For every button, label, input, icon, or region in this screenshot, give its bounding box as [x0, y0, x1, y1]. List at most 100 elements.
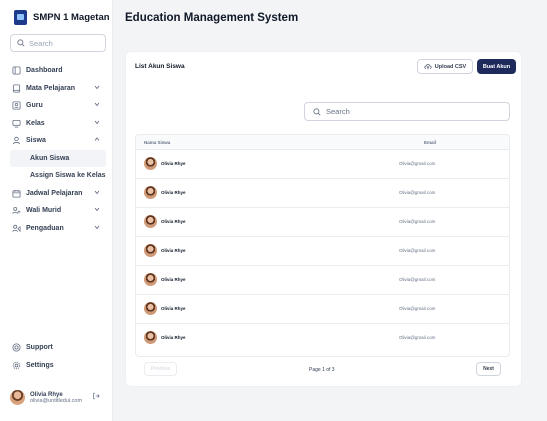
user-icon	[12, 137, 21, 145]
avatar	[10, 390, 25, 405]
chevron-down-icon	[94, 190, 100, 194]
search-icon	[17, 39, 25, 47]
sidebar-item-guru[interactable]: Guru	[10, 97, 106, 115]
table-row[interactable]: Olivia Rhye Olivia@gmail.com	[136, 295, 509, 324]
page-indicator: Page 1 of 3	[309, 367, 335, 373]
table-row[interactable]: Olivia Rhye Olivia@gmail.com	[136, 266, 509, 295]
brand-name: SMPN 1 Magetan	[33, 12, 110, 23]
student-name: Olivia Rhye	[161, 277, 186, 282]
sidebar-item-label: Guru	[26, 102, 43, 110]
sidebar-item-settings[interactable]: Settings	[10, 357, 106, 375]
upload-csv-label: Upload CSV	[434, 63, 467, 70]
sidebar-item-support[interactable]: Support	[10, 339, 106, 357]
student-search-input[interactable]: Search	[304, 102, 510, 121]
chevron-down-icon	[94, 120, 100, 124]
student-name: Olivia Rhye	[161, 306, 186, 311]
user-profile[interactable]: Olivia Rhye olivia@untitledui.com	[10, 390, 106, 405]
student-cell: Olivia Rhye	[144, 186, 186, 199]
student-name: Olivia Rhye	[161, 219, 186, 224]
column-header-email[interactable]: Email	[424, 140, 436, 145]
sidebar-item-label: Mata Pelajaran	[26, 84, 76, 92]
school-logo-icon	[14, 10, 27, 25]
sidebar-search-placeholder: Search	[29, 38, 53, 48]
upload-csv-button[interactable]: Upload CSV	[417, 59, 473, 74]
student-cell: Olivia Rhye	[144, 244, 186, 257]
table-row[interactable]: Olivia Rhye Olivia@gmail.com	[136, 208, 509, 237]
calendar-icon	[12, 189, 21, 198]
sidebar-item-siswa[interactable]: Siswa	[10, 132, 106, 150]
sidebar-item-label: Wali Murid	[26, 207, 62, 215]
sidebar-item-label: Siswa	[26, 137, 46, 145]
student-email: Olivia@gmail.com	[399, 219, 436, 224]
users-icon	[12, 207, 21, 215]
sidebar-item-label: Settings	[26, 361, 54, 369]
student-cell: Olivia Rhye	[144, 331, 186, 344]
avatar	[144, 331, 157, 344]
sidebar-nav: Dashboard Mata Pelajaran Guru Kelas Sisw…	[10, 62, 106, 237]
student-name: Olivia Rhye	[161, 190, 186, 195]
avatar	[144, 157, 157, 170]
support-icon	[12, 343, 21, 352]
sidebar-item-label: Dashboard	[26, 67, 63, 75]
chevron-down-icon	[94, 207, 100, 212]
student-cell: Olivia Rhye	[144, 273, 186, 286]
student-email: Olivia@gmail.com	[399, 161, 436, 166]
sidebar-search-input[interactable]: Search	[10, 34, 106, 52]
sidebar-item-dashboard[interactable]: Dashboard	[10, 62, 106, 80]
avatar	[144, 215, 157, 228]
student-accounts-card: List Akun Siswa Upload CSV Buat Akun Sea…	[125, 51, 522, 387]
table-header: Nama Siswa Email	[136, 135, 509, 150]
sidebar-item-kelas[interactable]: Kelas	[10, 115, 106, 133]
sidebar-item-mata-pelajaran[interactable]: Mata Pelajaran	[10, 80, 106, 98]
cloud-upload-icon	[424, 64, 432, 70]
chevron-down-icon	[94, 225, 100, 229]
table-row[interactable]: Olivia Rhye Olivia@gmail.com	[136, 237, 509, 266]
sidebar-bottom-nav: Support Settings	[10, 339, 106, 374]
id-card-icon	[12, 101, 21, 110]
classroom-icon	[12, 119, 21, 128]
student-cell: Olivia Rhye	[144, 157, 186, 170]
create-account-button[interactable]: Buat Akun	[477, 59, 516, 74]
student-cell: Olivia Rhye	[144, 215, 186, 228]
logout-icon[interactable]	[92, 392, 100, 400]
next-page-button[interactable]: Next	[476, 362, 501, 376]
student-search-placeholder: Search	[326, 107, 350, 116]
megaphone-icon	[12, 224, 21, 232]
sidebar-item-jadwal-pelajaran[interactable]: Jadwal Pelajaran	[10, 185, 106, 203]
search-icon	[313, 107, 321, 115]
sidebar-item-pengaduan[interactable]: Pengaduan	[10, 220, 106, 238]
sidebar-item-wali-murid[interactable]: Wali Murid	[10, 202, 106, 220]
previous-page-button[interactable]: Previous	[144, 362, 177, 376]
student-name: Olivia Rhye	[161, 161, 186, 166]
table-row[interactable]: Olivia Rhye Olivia@gmail.com	[136, 150, 509, 179]
brand[interactable]: SMPN 1 Magetan	[14, 10, 110, 25]
student-cell: Olivia Rhye	[144, 302, 186, 315]
student-email: Olivia@gmail.com	[399, 306, 436, 311]
avatar	[144, 273, 157, 286]
avatar	[144, 186, 157, 199]
sidebar: SMPN 1 Magetan Search Dashboard Mata Pel…	[0, 0, 113, 421]
sidebar-subitem-akun-siswa[interactable]: Akun Siswa	[10, 149, 106, 167]
sidebar-item-label: Jadwal Pelajaran	[26, 189, 83, 197]
table-row[interactable]: Olivia Rhye Olivia@gmail.com	[136, 324, 509, 353]
user-email: olivia@untitledui.com	[30, 397, 83, 404]
chevron-down-icon	[94, 85, 100, 89]
student-name: Olivia Rhye	[161, 248, 186, 253]
sidebar-item-label: Kelas	[26, 119, 45, 127]
page-title: Education Management System	[125, 12, 299, 24]
sidebar-item-label: Pengaduan	[26, 224, 64, 232]
gear-icon	[12, 361, 21, 369]
sidebar-subitem-assign-siswa[interactable]: Assign Siswa ke Kelas	[10, 167, 106, 185]
chevron-up-icon	[94, 137, 100, 141]
user-text: Olivia Rhye olivia@untitledui.com	[30, 392, 82, 404]
student-email: Olivia@gmail.com	[399, 190, 436, 195]
avatar	[144, 302, 157, 315]
column-header-name[interactable]: Nama Siswa	[144, 140, 170, 145]
table-row[interactable]: Olivia Rhye Olivia@gmail.com	[136, 179, 509, 208]
avatar	[144, 244, 157, 257]
chevron-down-icon	[94, 102, 100, 107]
student-email: Olivia@gmail.com	[399, 248, 436, 253]
card-title: List Akun Siswa	[135, 63, 185, 70]
sidebar-item-label: Support	[26, 344, 53, 352]
student-name: Olivia Rhye	[161, 335, 186, 340]
